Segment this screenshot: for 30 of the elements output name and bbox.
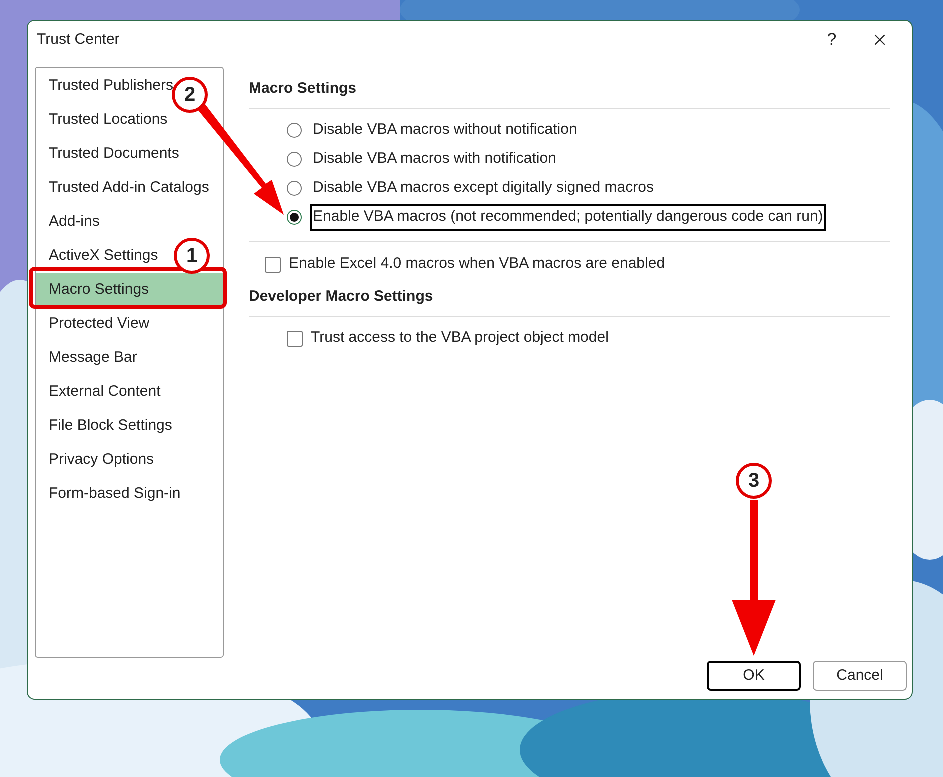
category-item[interactable]: Add-ins: [36, 211, 102, 233]
category-item[interactable]: Trusted Add-in Catalogs: [36, 177, 212, 199]
section-heading: Macro Settings: [249, 79, 358, 99]
category-item[interactable]: Trusted Locations: [36, 109, 170, 131]
category-item[interactable]: Protected View: [36, 313, 152, 335]
category-item[interactable]: Trusted Documents: [36, 143, 182, 165]
help-button[interactable]: ?: [812, 25, 852, 55]
section-heading: Developer Macro Settings: [249, 287, 434, 307]
checkbox-label: Trust access to the VBA project object model: [311, 328, 609, 348]
radio-button[interactable]: [287, 152, 302, 167]
category-item[interactable]: Form-based Sign-in: [36, 483, 183, 505]
dialog-button[interactable]: Cancel: [813, 661, 907, 691]
category-item[interactable]: Message Bar: [36, 347, 140, 369]
window-title: Trust Center: [37, 30, 121, 50]
radio-button[interactable]: [287, 210, 302, 225]
radio-label: Enable VBA macros (not recommended; potentially dangerous code can run): [310, 204, 826, 231]
radio-label: Disable VBA macros without notification: [312, 120, 578, 140]
checkbox[interactable]: [265, 256, 281, 272]
radio-label: Disable VBA macros with notification: [312, 149, 558, 170]
category-item[interactable]: Privacy Options: [36, 449, 156, 471]
dialog-button[interactable]: OK: [707, 661, 801, 691]
category-item[interactable]: External Content: [36, 381, 163, 403]
category-item[interactable]: ActiveX Settings: [36, 245, 160, 267]
radio-button[interactable]: [287, 123, 302, 138]
radio-button[interactable]: [287, 181, 302, 196]
category-item[interactable]: File Block Settings: [36, 415, 174, 437]
radio-label: Disable VBA macros except digitally signed macros: [312, 178, 655, 198]
category-item[interactable]: Macro Settings: [36, 273, 223, 307]
checkbox[interactable]: [287, 330, 303, 346]
checkbox-label: Enable Excel 4.0 macros when VBA macros are enabled: [289, 254, 666, 274]
